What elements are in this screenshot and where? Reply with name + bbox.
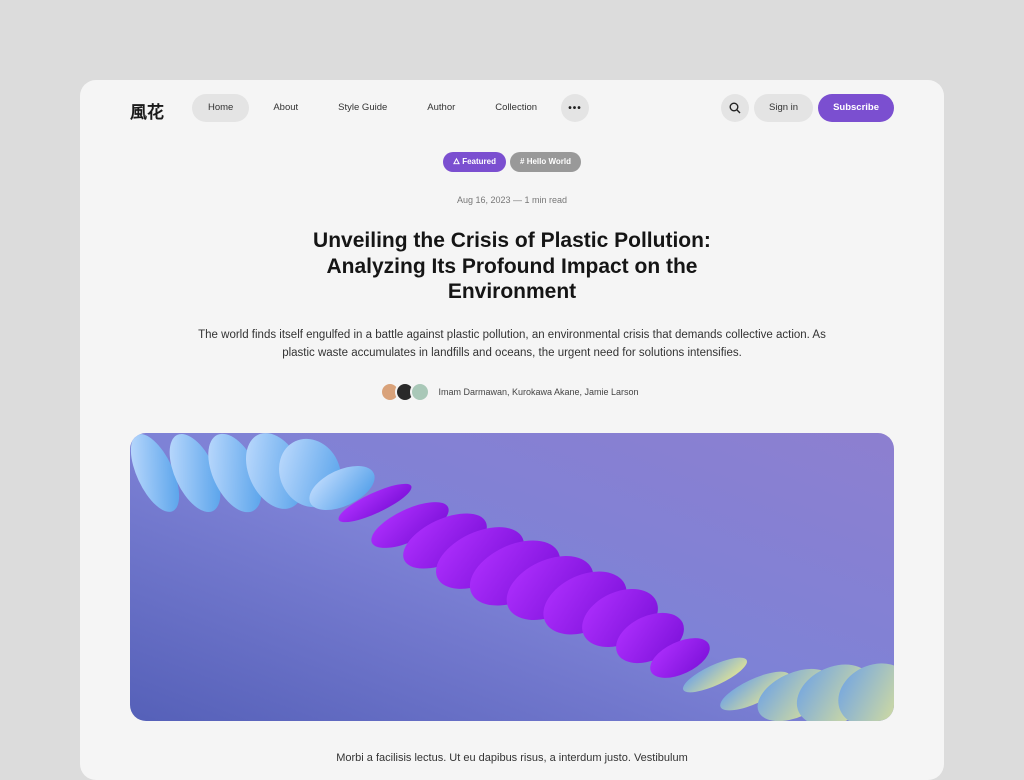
nav-style-guide[interactable]: Style Guide [322, 94, 403, 122]
more-button[interactable]: ••• [561, 94, 590, 122]
nav-author[interactable]: Author [411, 94, 471, 122]
hash-icon: # [520, 157, 527, 166]
article-body: Morbi a facilisis lectus. Ut eu dapibus … [336, 752, 688, 764]
subscribe-button[interactable]: Subscribe [818, 94, 894, 122]
tag-featured[interactable]: 🜂 Featured [443, 152, 507, 172]
author-names[interactable]: Imam Darmawan, Kurokawa Akane, Jamie Lar… [438, 387, 638, 397]
article-lede: The world finds itself engulfed in a bat… [198, 329, 826, 359]
flame-icon: 🜂 [453, 157, 463, 166]
author-list: Imam Darmawan, Kurokawa Akane, Jamie Lar… [80, 382, 944, 402]
article-meta: Aug 16, 2023 — 1 min read [456, 195, 568, 205]
nav-collection[interactable]: Collection [479, 94, 553, 122]
sign-in-button[interactable]: Sign in [754, 94, 814, 122]
avatar[interactable] [410, 382, 431, 402]
search-icon [729, 102, 741, 114]
logo[interactable]: 風花 [130, 98, 164, 123]
ellipsis-icon: ••• [568, 102, 582, 114]
article-title: Unveiling the Crisis of Plastic Pollutio… [313, 229, 711, 303]
nav-home[interactable]: Home [192, 94, 250, 122]
tag-label: Hello World [526, 157, 571, 166]
nav-about[interactable]: About [257, 94, 314, 122]
hero-image [130, 433, 894, 721]
main-nav: Home About Style Guide Author Collection… [192, 94, 590, 122]
search-button[interactable] [721, 94, 749, 122]
tag-hello-world[interactable]: # Hello World [510, 152, 581, 172]
tag-label: Featured [462, 157, 497, 166]
page-card: 風花 Home About Style Guide Author Collect… [80, 80, 944, 780]
